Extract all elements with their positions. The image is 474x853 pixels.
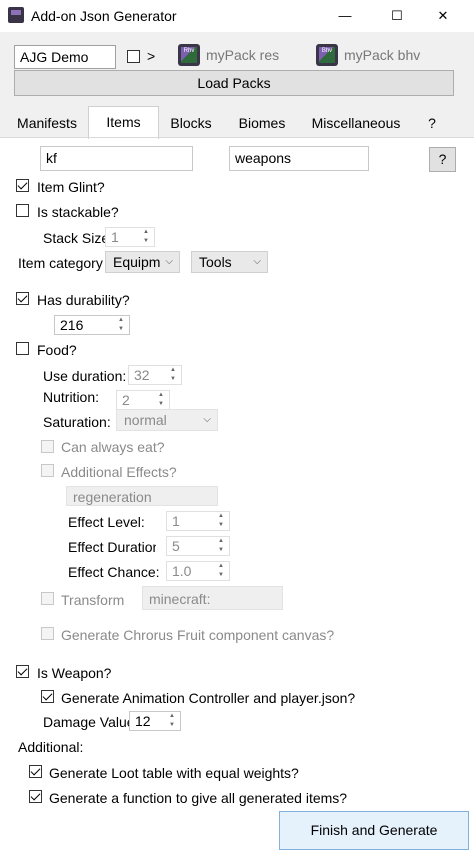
effect-level-label: Effect Level: xyxy=(68,514,145,530)
chevron-down-icon: ⌵ xyxy=(165,256,173,267)
spinner-arrows-icon[interactable]: ▲ ▼ xyxy=(164,712,180,730)
item-group-input[interactable]: weapons xyxy=(229,146,369,171)
effect-name-select[interactable]: regeneration xyxy=(66,486,218,506)
effect-level-spinner[interactable]: 1 ▲ ▼ xyxy=(166,511,230,531)
effect-chance-spinner[interactable]: 1.0 ▲ ▼ xyxy=(166,561,230,581)
tab-help[interactable]: ? xyxy=(416,108,448,138)
resource-pack-icon: Rhv xyxy=(178,44,200,66)
help-button[interactable]: ? xyxy=(429,147,456,172)
additional-label: Additional: xyxy=(18,739,84,755)
gen-anim-checkbox[interactable] xyxy=(41,690,54,703)
maximize-button[interactable]: ☐ xyxy=(374,4,420,28)
item-category-label: Item category xyxy=(18,255,103,271)
can-always-eat-checkbox[interactable] xyxy=(41,440,54,453)
spinner-arrows-icon[interactable]: ▲ ▼ xyxy=(213,562,229,580)
give-function-checkbox[interactable] xyxy=(29,790,42,803)
effect-chance-label: Effect Chance: xyxy=(68,564,160,580)
effect-duration-spinner[interactable]: 5 ▲ ▼ xyxy=(166,536,230,556)
tab-manifests[interactable]: Manifests xyxy=(6,108,88,138)
title-bar: Add-on Json Generator — ☐ ✕ xyxy=(0,0,474,32)
durability-spinner[interactable]: 216 ▲ ▼ xyxy=(54,315,130,335)
damage-spinner[interactable]: 12 ▲ ▼ xyxy=(129,711,181,731)
transform-input[interactable]: minecraft: xyxy=(142,586,283,610)
res-pack-box[interactable]: Rhv myPack res xyxy=(176,44,310,66)
chorus-label: Generate Chrorus Fruit component canvas? xyxy=(61,627,335,643)
tab-items[interactable]: Items xyxy=(88,106,159,139)
nutrition-label: Nutrition: xyxy=(43,389,100,405)
saturation-label: Saturation: xyxy=(43,414,111,430)
app-icon xyxy=(8,7,24,23)
window-title: Add-on Json Generator xyxy=(31,8,177,24)
behavior-pack-icon: Bhv xyxy=(316,44,338,66)
damage-label: Damage Value xyxy=(43,714,135,730)
tab-bar: Manifests Items Blocks Biomes Miscellane… xyxy=(0,106,474,139)
spinner-arrows-icon[interactable]: ▲ ▼ xyxy=(213,512,229,530)
item-category-select[interactable]: Equipm ⌵ xyxy=(105,251,180,273)
arrow-label: > xyxy=(147,48,156,64)
loot-table-checkbox[interactable] xyxy=(29,765,42,778)
stackable-label: Is stackable? xyxy=(37,204,119,220)
close-button[interactable]: ✕ xyxy=(420,4,466,28)
durability-label: Has durability? xyxy=(37,292,130,308)
use-duration-label: Use duration: xyxy=(43,368,127,384)
spinner-arrows-icon[interactable]: ▲ ▼ xyxy=(138,228,154,246)
transform-label: Transform xyxy=(61,592,125,608)
stack-size-label: Stack Size xyxy=(43,230,110,246)
weapon-checkbox[interactable] xyxy=(16,665,29,678)
bhv-pack-name: myPack bhv xyxy=(344,47,421,63)
spinner-arrows-icon[interactable]: ▲ ▼ xyxy=(153,391,169,409)
item-glint-checkbox[interactable] xyxy=(16,179,29,192)
spinner-arrows-icon[interactable]: ▲ ▼ xyxy=(165,366,181,384)
gen-anim-label: Generate Animation Controller and player… xyxy=(61,690,356,706)
item-subcategory-select[interactable]: Tools ⌵ xyxy=(191,251,268,273)
loot-table-label: Generate Loot table with equal weights? xyxy=(49,765,299,781)
additional-effects-checkbox[interactable] xyxy=(41,464,54,477)
minimize-button[interactable]: — xyxy=(322,4,368,28)
res-pack-name: myPack res xyxy=(206,47,280,63)
tab-blocks[interactable]: Blocks xyxy=(161,108,221,138)
effect-duration-label: Effect Duration xyxy=(68,539,156,555)
food-label: Food? xyxy=(37,342,77,358)
durability-checkbox[interactable] xyxy=(16,292,29,305)
additional-effects-label: Additional Effects? xyxy=(61,464,177,480)
give-function-label: Generate a function to give all generate… xyxy=(49,790,348,806)
tab-miscellaneous[interactable]: Miscellaneous xyxy=(304,108,408,138)
chorus-checkbox[interactable] xyxy=(41,627,54,640)
finish-generate-button[interactable]: Finish and Generate xyxy=(279,811,469,850)
stackable-checkbox[interactable] xyxy=(16,204,29,217)
nutrition-spinner[interactable]: 2 ▲ ▼ xyxy=(116,390,170,410)
spinner-arrows-icon[interactable]: ▲ ▼ xyxy=(213,537,229,555)
can-always-eat-label: Can always eat? xyxy=(61,439,165,455)
bhv-pack-box[interactable]: Bhv myPack bhv xyxy=(314,44,450,66)
item-glint-label: Item Glint? xyxy=(37,179,105,195)
saturation-select[interactable]: normal ⌵ xyxy=(116,409,218,431)
spinner-arrows-icon[interactable]: ▲ ▼ xyxy=(113,316,129,334)
tab-divider xyxy=(0,137,474,138)
link-packs-checkbox[interactable] xyxy=(127,50,140,63)
project-name-input[interactable]: AJG Demo xyxy=(14,45,116,69)
chevron-down-icon: ⌵ xyxy=(203,414,211,425)
weapon-label: Is Weapon? xyxy=(37,665,112,681)
load-packs-button[interactable]: Load Packs xyxy=(14,70,454,96)
item-name-input[interactable]: kf xyxy=(40,146,193,171)
stack-size-spinner[interactable]: 1 ▲ ▼ xyxy=(105,227,155,247)
chevron-down-icon: ⌵ xyxy=(253,256,261,267)
transform-checkbox[interactable] xyxy=(41,592,54,605)
tab-biomes[interactable]: Biomes xyxy=(230,108,294,138)
food-checkbox[interactable] xyxy=(16,342,29,355)
use-duration-spinner[interactable]: 32 ▲ ▼ xyxy=(128,365,182,385)
